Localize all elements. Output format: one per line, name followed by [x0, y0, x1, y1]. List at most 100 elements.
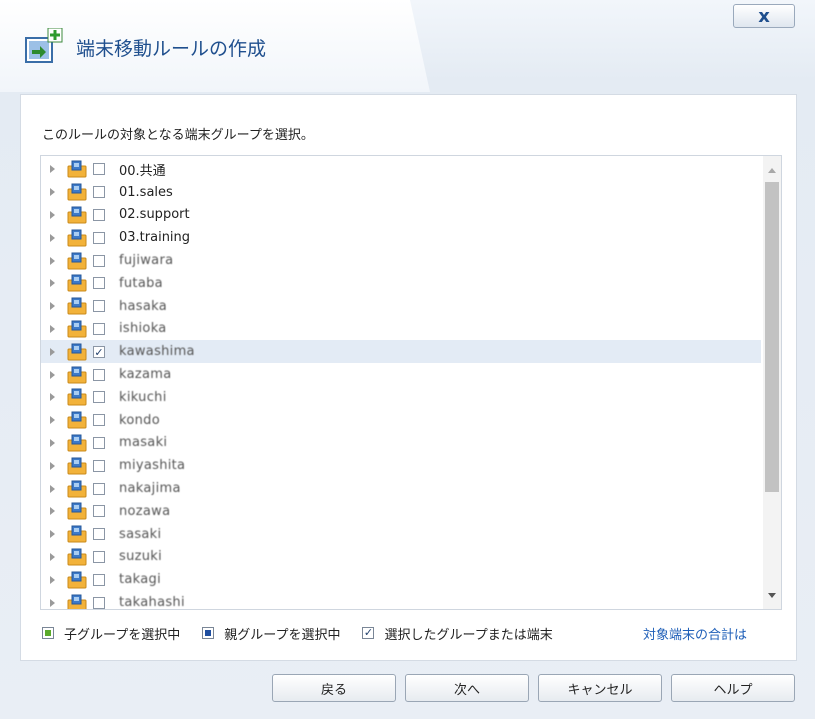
rule-create-icon — [25, 28, 63, 63]
group-checkbox[interactable] — [93, 482, 105, 495]
tree-item-label: kawashima — [119, 344, 195, 360]
expand-arrow-icon[interactable] — [50, 416, 61, 425]
expand-arrow-icon[interactable] — [50, 370, 61, 379]
cancel-button[interactable]: キャンセル — [538, 674, 662, 702]
group-folder-icon — [67, 502, 87, 520]
group-checkbox[interactable] — [93, 186, 105, 199]
expand-arrow-icon[interactable] — [50, 461, 61, 470]
tree-row[interactable]: futaba — [41, 272, 761, 295]
tree-row[interactable]: kondo — [41, 409, 761, 432]
tree-row[interactable]: ✓ kawashima — [41, 340, 761, 364]
group-folder-icon — [67, 594, 87, 609]
expand-arrow-icon[interactable] — [50, 256, 61, 265]
expand-arrow-icon[interactable] — [50, 438, 61, 447]
group-checkbox[interactable] — [93, 231, 105, 244]
next-button[interactable]: 次へ — [405, 674, 529, 702]
parent-selected-swatch-icon — [202, 627, 215, 639]
expand-arrow-icon[interactable] — [50, 233, 61, 242]
tree-row[interactable]: nozawa — [41, 500, 761, 523]
scroll-thumb[interactable] — [765, 182, 779, 492]
expand-arrow-icon[interactable] — [50, 552, 61, 561]
tree-row[interactable]: ishioka — [41, 318, 761, 341]
tree-row[interactable]: takagi — [41, 568, 761, 591]
tree-row[interactable]: 01.sales — [41, 181, 761, 204]
scroll-down-icon[interactable] — [768, 593, 776, 598]
tree-row[interactable]: 03.training — [41, 226, 761, 249]
group-folder-icon — [67, 480, 87, 498]
group-checkbox[interactable] — [93, 550, 105, 563]
tree-item-label: futaba — [119, 275, 163, 291]
group-checkbox[interactable] — [93, 208, 105, 221]
scroll-up-icon[interactable] — [768, 168, 776, 173]
tree-row[interactable]: masaki — [41, 432, 761, 455]
expand-arrow-icon[interactable] — [50, 484, 61, 493]
tree-item-label: 01.sales — [119, 184, 173, 200]
tree-row[interactable]: nakajima — [41, 477, 761, 500]
tree-item-label: kondo — [119, 412, 160, 428]
expand-arrow-icon[interactable] — [50, 279, 61, 288]
help-button[interactable]: ヘルプ — [671, 674, 795, 702]
group-folder-icon — [67, 571, 87, 589]
tree-row[interactable]: sasaki — [41, 523, 761, 546]
tree-item-label: sasaki — [119, 526, 162, 542]
expand-arrow-icon[interactable] — [50, 302, 61, 311]
group-folder-icon — [67, 297, 87, 315]
group-folder-icon — [67, 160, 87, 178]
group-checkbox[interactable] — [93, 573, 105, 586]
close-button[interactable]: x — [733, 4, 795, 28]
tree-row[interactable]: miyashita — [41, 454, 761, 477]
tree-item-label: hasaka — [119, 298, 168, 314]
tree-row[interactable]: 00.共通 — [41, 158, 761, 181]
tree-scrollbar[interactable] — [763, 156, 781, 609]
group-folder-icon — [67, 343, 87, 361]
target-total-link[interactable]: 対象端末の合計は — [643, 624, 747, 643]
group-folder-icon — [67, 366, 87, 384]
group-checkbox[interactable] — [93, 414, 105, 427]
group-checkbox[interactable] — [93, 322, 105, 335]
group-folder-icon — [67, 274, 87, 292]
tree-row[interactable]: suzuki — [41, 546, 761, 569]
group-folder-icon — [67, 457, 87, 475]
tree-row[interactable]: hasaka — [41, 295, 761, 318]
legend-child-selected: 子グループを選択中 — [42, 624, 180, 643]
expand-arrow-icon[interactable] — [50, 530, 61, 539]
group-checkbox[interactable] — [93, 368, 105, 381]
legend: 子グループを選択中 親グループを選択中 ✓ 選択したグループまたは端末 — [42, 624, 575, 643]
tree-row[interactable]: fujiwara — [41, 249, 761, 272]
group-checkbox[interactable] — [93, 277, 105, 290]
group-checkbox[interactable] — [93, 528, 105, 541]
group-checkbox[interactable] — [93, 505, 105, 518]
dialog-title: 端末移動ルールの作成 — [76, 38, 267, 60]
tree-row[interactable]: 02.support — [41, 204, 761, 227]
tree-row[interactable]: kazama — [41, 363, 761, 386]
group-folder-icon — [67, 434, 87, 452]
legend-selected-label: 選択したグループまたは端末 — [384, 627, 553, 643]
group-folder-icon — [67, 388, 87, 406]
expand-arrow-icon[interactable] — [50, 598, 61, 607]
rule-dialog: x 端末移動ルールの作成 このルールの対象となる端末グループを選択。 00.共通… — [0, 0, 815, 719]
expand-arrow-icon[interactable] — [50, 188, 61, 197]
expand-arrow-icon[interactable] — [50, 575, 61, 584]
group-checkbox[interactable]: ✓ — [93, 345, 105, 358]
group-checkbox[interactable] — [93, 596, 105, 609]
tree-row[interactable]: takahashi — [41, 591, 761, 609]
expand-arrow-icon[interactable] — [50, 507, 61, 516]
group-checkbox[interactable] — [93, 254, 105, 267]
back-button[interactable]: 戻る — [272, 674, 396, 702]
legend-child-label: 子グループを選択中 — [64, 627, 181, 643]
tree-item-label: kikuchi — [119, 389, 167, 405]
group-checkbox[interactable] — [93, 391, 105, 404]
group-checkbox[interactable] — [93, 436, 105, 449]
tree-item-label: 00.共通 — [119, 163, 166, 179]
tree-row[interactable]: kikuchi — [41, 386, 761, 409]
expand-arrow-icon[interactable] — [50, 393, 61, 402]
group-tree[interactable]: 00.共通 01.sales 02.support 03.training fujiwa… — [40, 155, 782, 610]
expand-arrow-icon[interactable] — [50, 347, 61, 356]
expand-arrow-icon[interactable] — [50, 210, 61, 219]
expand-arrow-icon[interactable] — [50, 165, 61, 174]
group-checkbox[interactable] — [93, 459, 105, 472]
group-checkbox[interactable] — [93, 163, 105, 176]
expand-arrow-icon[interactable] — [50, 324, 61, 333]
tree-item-label: nakajima — [119, 481, 181, 497]
group-checkbox[interactable] — [93, 300, 105, 313]
